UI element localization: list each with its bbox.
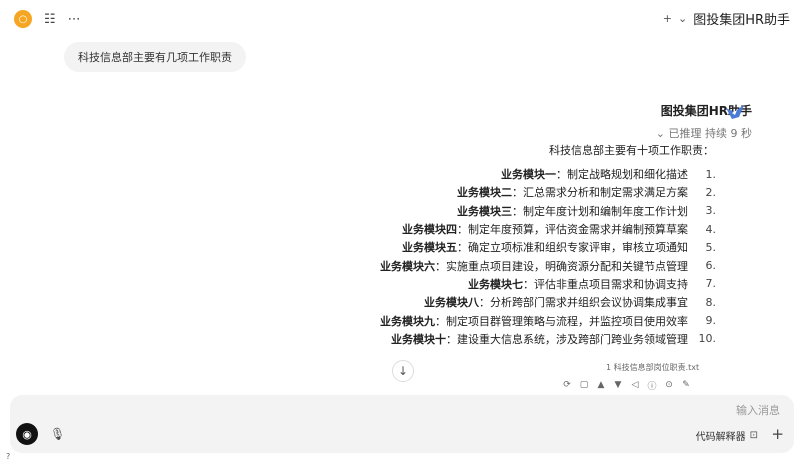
responsibility-list: 业务模块一 ：制定战略规划和细化描述 1. 业务模块二 ：汇总需求分析和制定需求满足方…	[156, 165, 716, 348]
list-item-number: 10.	[698, 332, 717, 346]
list-item-title: 业务模块二	[457, 186, 512, 200]
chevron-down-icon: ⌄	[655, 127, 665, 140]
source-file-reference[interactable]: 1 科技信息部岗位职责.txt	[606, 362, 699, 373]
edit-icon[interactable]: ✎	[681, 380, 691, 390]
reasoning-status[interactable]: ⌄ 已推理 持续 9 秒	[656, 125, 752, 141]
list-item-title: 业务模块八	[424, 296, 479, 310]
reasoning-status-text: 已推理 持续 9 秒	[668, 127, 753, 140]
speaker-icon[interactable]: ◁	[630, 380, 640, 390]
page-title[interactable]: 图投集团HR助手	[693, 9, 790, 28]
list-item-number: 2.	[705, 185, 717, 199]
list-item: 业务模块九 ：制定项目群管理策略与流程，并监控项目使用效率 9.	[156, 311, 716, 329]
list-item-title: 业务模块十	[391, 332, 446, 346]
copy-icon[interactable]: ▢	[579, 380, 589, 390]
info-icon[interactable]: ⓘ	[647, 380, 657, 392]
refresh-icon[interactable]: ⟳	[562, 380, 572, 390]
list-item-number: 5.	[705, 240, 717, 254]
list-item-number: 7.	[705, 277, 717, 291]
list-item-title: 业务模块六	[380, 259, 435, 273]
user-message-bubble: 科技信息部主要有几项工作职责	[64, 42, 246, 72]
message-input[interactable]	[280, 404, 780, 417]
list-item-title: 业务模块七	[468, 277, 523, 291]
list-item-text: ：实施重点项目建设，明确资源分配和关键节点管理	[435, 259, 688, 273]
list-item: 业务模块三 ：制定年度计划和编制年度工作计划 3.	[156, 202, 716, 220]
list-item-text: ：建设重大信息系统，涉及跨部门跨业务领域管理	[446, 332, 688, 346]
list-item: 业务模块六 ：实施重点项目建设，明确资源分配和关键节点管理 6.	[156, 256, 716, 274]
list-item: 业务模块十 ：建设重大信息系统，涉及跨部门跨业务领域管理 10.	[156, 330, 716, 348]
list-item-number: 8.	[705, 295, 717, 309]
header-title-group: + ⌄ 图投集团HR助手	[663, 9, 790, 28]
list-item-number: 4.	[705, 222, 717, 236]
message-actions: ⟳ ▢ ▲ ▼ ◁ ⓘ ⊙ ✎	[562, 380, 691, 392]
chevron-down-icon[interactable]: ⌄	[678, 12, 687, 25]
share-icon[interactable]: ⊙	[664, 380, 674, 390]
code-icon: ⊡	[749, 430, 758, 441]
list-item: 业务模块四 ：制定年度预算，评估资金需求并编制预算草案 4.	[156, 220, 716, 238]
list-item-text: ：制定战略规划和细化描述	[556, 168, 688, 182]
list-item-text: ：确定立项标准和组织专家评审，审核立项通知	[457, 241, 688, 255]
list-item-text: ：分析跨部门需求并组织会议协调集成事宜	[479, 296, 688, 310]
top-bar: ○ ☷ ⋯ + ⌄ 图投集团HR助手	[0, 0, 800, 40]
headset-icon[interactable]: ◉	[16, 423, 38, 445]
user-message-text: 科技信息部主要有几项工作职责	[78, 51, 232, 64]
list-item-text: ：汇总需求分析和制定需求满足方案	[512, 186, 688, 200]
list-item-title: 业务模块三	[457, 204, 512, 218]
code-interpreter-toggle[interactable]: 代码解释器 ⊡	[696, 428, 758, 443]
list-item-title: 业务模块五	[402, 241, 457, 255]
bird-logo-icon	[726, 105, 744, 119]
microphone-icon[interactable]: 🎙	[50, 427, 65, 441]
plus-icon[interactable]: +	[663, 12, 672, 25]
plus-icon[interactable]: +	[771, 425, 784, 443]
list-item-text: ：制定年度计划和编制年度工作计划	[512, 204, 688, 218]
tool-label: 代码解释器	[695, 432, 746, 443]
list-item: 业务模块二 ：汇总需求分析和制定需求满足方案 2.	[156, 183, 716, 201]
app-logo-icon[interactable]: ○	[14, 10, 32, 28]
sliders-icon[interactable]: ☷	[44, 12, 56, 27]
list-item-number: 1.	[705, 167, 717, 181]
list-item-title: 业务模块九	[380, 314, 435, 328]
list-item: 业务模块七 ：评估非重点项目需求和协调支持 7.	[156, 275, 716, 293]
list-item: 业务模块一 ：制定战略规划和细化描述 1.	[156, 165, 716, 183]
list-item: 业务模块八 ：分析跨部门需求并组织会议协调集成事宜 8.	[156, 293, 716, 311]
assistant-intro: 科技信息部主要有十项工作职责：	[549, 144, 714, 157]
list-item-text: ：评估非重点项目需求和协调支持	[523, 277, 688, 291]
list-item-number: 9.	[705, 314, 717, 328]
list-item-number: 3.	[705, 204, 717, 218]
list-item-title: 业务模块四	[402, 223, 457, 237]
ellipsis-icon[interactable]: ⋯	[68, 12, 81, 27]
thumbs-down-icon[interactable]: ▼	[613, 380, 623, 390]
list-item-text: ：制定项目群管理策略与流程，并监控项目使用效率	[435, 314, 688, 328]
composer: ◉ 🎙 代码解释器 ⊡ +	[10, 395, 794, 453]
list-item: 业务模块五 ：确定立项标准和组织专家评审，审核立项通知 5.	[156, 238, 716, 256]
arrow-down-icon[interactable]: ↓	[392, 360, 414, 382]
help-icon[interactable]: ?	[6, 452, 10, 461]
list-item-number: 6.	[705, 259, 717, 273]
header-left-group: ○ ☷ ⋯	[14, 10, 81, 28]
thumbs-up-icon[interactable]: ▲	[596, 380, 606, 390]
list-item-title: 业务模块一	[501, 168, 556, 182]
list-item-text: ：制定年度预算，评估资金需求并编制预算草案	[457, 223, 688, 237]
